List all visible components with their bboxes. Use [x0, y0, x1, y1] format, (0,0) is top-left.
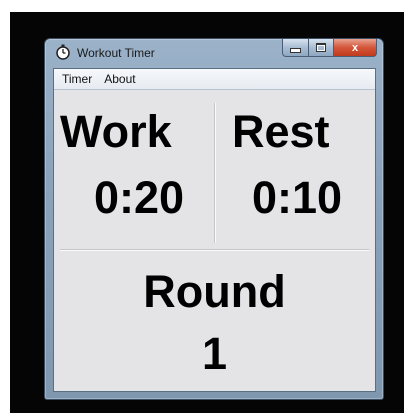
- work-time-value: 0:20: [94, 172, 185, 223]
- rest-time-value: 0:10: [252, 172, 343, 223]
- window-title: Workout Timer: [77, 46, 155, 60]
- rest-label: Rest: [232, 106, 330, 157]
- menu-timer[interactable]: Timer: [54, 69, 98, 89]
- work-label: Work: [60, 106, 172, 157]
- menu-about[interactable]: About: [98, 69, 141, 89]
- round-value: 1: [201, 328, 228, 379]
- close-button[interactable]: x: [334, 39, 377, 57]
- maximize-button[interactable]: [309, 39, 334, 57]
- maximize-icon: [316, 43, 326, 52]
- minimize-icon: [290, 48, 301, 53]
- minimize-button[interactable]: [282, 39, 309, 57]
- close-icon: x: [351, 41, 359, 54]
- caption-buttons: x: [282, 39, 377, 57]
- menu-bar: Timer About: [54, 69, 375, 90]
- title-bar[interactable]: Workout Timer x: [45, 39, 383, 67]
- app-window: Workout Timer x Timer About Work Rest 0:…: [44, 38, 384, 400]
- vertical-divider: [214, 103, 215, 243]
- round-label: Round: [143, 266, 286, 317]
- client-area: Timer About Work Rest 0:20 0:10 Round 1: [53, 68, 376, 392]
- horizontal-divider: [60, 249, 369, 250]
- stopwatch-icon: [56, 44, 70, 60]
